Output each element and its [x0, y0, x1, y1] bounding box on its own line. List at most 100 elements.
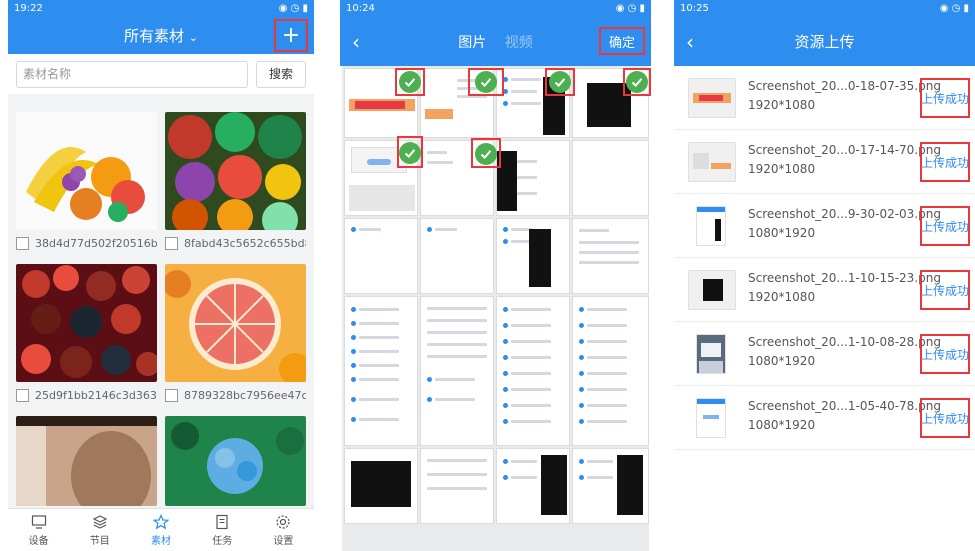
- screenshot-thumb[interactable]: [572, 448, 649, 524]
- upload-thumbnail: [696, 206, 726, 246]
- screenshot-thumb[interactable]: [496, 448, 570, 524]
- material-name: 38d4d77d502f20516b0...: [35, 236, 157, 250]
- page-title: 资源上传: [794, 33, 855, 51]
- status-bar: 10:24 ◉ ◷ ▮: [340, 0, 651, 17]
- status-bar: 19:22 ◉ ◷ ▮: [8, 0, 314, 17]
- fruit-image-vegetables: [165, 112, 306, 230]
- search-row: 素材名称 搜索: [8, 54, 314, 94]
- fruit-image-bananas: [16, 112, 157, 230]
- check-icon[interactable]: [399, 142, 421, 164]
- filter-dropdown[interactable]: 所有素材 ⌄: [8, 25, 314, 46]
- upload-status: 上传成功: [920, 334, 970, 374]
- fruit-image-grapefruit: [165, 264, 306, 382]
- upload-status: 上传成功: [920, 206, 970, 246]
- file-name: Screenshot_20...1-05-40-78.png: [748, 399, 941, 413]
- screenshot-thumb[interactable]: [496, 296, 570, 446]
- upload-row[interactable]: Screenshot_20...0-17-14-70.png 1920*1080…: [674, 130, 975, 194]
- screenshot-thumb[interactable]: [344, 448, 418, 524]
- screenshot-thumb[interactable]: [496, 140, 570, 216]
- tab-label: 节目: [89, 535, 110, 547]
- chevron-down-icon: ⌄: [188, 31, 198, 44]
- upload-status: 上传成功: [920, 270, 970, 310]
- status-time: 10:25: [680, 3, 709, 14]
- material-card[interactable]: [16, 416, 157, 506]
- confirm-button[interactable]: 确定: [599, 27, 645, 55]
- screenshot-thumb[interactable]: [572, 296, 649, 446]
- upload-screen: 10:25 ◉ ◷ ▮ ‹ 资源上传 Screenshot_20...0-18-…: [674, 0, 975, 551]
- tab-programs[interactable]: 节目: [69, 509, 130, 551]
- tab-settings[interactable]: 设置: [253, 509, 314, 551]
- check-icon[interactable]: [399, 71, 421, 93]
- navbar: 所有素材 ⌄ +: [8, 17, 314, 54]
- image-picker-screen: 10:24 ◉ ◷ ▮ ‹ 图片 视频 确定: [340, 0, 651, 551]
- check-icon[interactable]: [626, 71, 648, 93]
- material-name: 25d9f1bb2146c3d363a...: [35, 388, 157, 402]
- file-dimensions: 1080*1920: [748, 354, 816, 368]
- select-checkbox[interactable]: [16, 236, 29, 250]
- file-dimensions: 1920*1080: [748, 98, 816, 112]
- screenshot-thumb[interactable]: [344, 296, 418, 446]
- material-card[interactable]: 25d9f1bb2146c3d363a...: [16, 264, 157, 408]
- material-card[interactable]: 8fabd43c5652c655bd8...: [165, 112, 306, 256]
- material-card[interactable]: 8789328bc7956ee47c...: [165, 264, 306, 408]
- material-card[interactable]: 38d4d77d502f20516b0...: [16, 112, 157, 256]
- screenshot-thumb[interactable]: [572, 218, 649, 294]
- upload-status: 上传成功: [920, 142, 970, 182]
- screenshot-thumb[interactable]: [572, 140, 649, 216]
- upload-row[interactable]: Screenshot_20...1-10-15-23.png 1920*1080…: [674, 258, 975, 322]
- tab-label: 任务: [212, 535, 233, 547]
- screenshot-thumb[interactable]: [496, 218, 570, 294]
- upload-thumbnail: [688, 270, 736, 310]
- upload-row[interactable]: Screenshot_20...1-10-08-28.png 1080*1920…: [674, 322, 975, 386]
- upload-status: 上传成功: [920, 398, 970, 438]
- upload-row[interactable]: Screenshot_20...9-30-02-03.png 1080*1920…: [674, 194, 975, 258]
- tab-tasks[interactable]: 任务: [192, 509, 253, 551]
- file-dimensions: 1080*1920: [748, 226, 816, 240]
- navbar: ‹ 资源上传: [674, 17, 975, 66]
- material-name: 8fabd43c5652c655bd8...: [184, 236, 306, 250]
- monitor-icon: [31, 514, 46, 529]
- select-checkbox[interactable]: [165, 236, 178, 250]
- tab-images[interactable]: 图片: [458, 35, 486, 51]
- confirm-label: 确定: [608, 35, 635, 51]
- tab-video[interactable]: 视频: [505, 35, 533, 51]
- screenshot-grid: [342, 66, 651, 551]
- upload-thumbnail: [688, 142, 736, 182]
- screenshot-thumb[interactable]: [420, 296, 494, 446]
- material-card[interactable]: [165, 416, 306, 506]
- file-name: Screenshot_20...1-10-15-23.png: [748, 271, 941, 285]
- search-button[interactable]: 搜索: [256, 60, 306, 88]
- upload-row[interactable]: Screenshot_20...1-05-40-78.png 1080*1920…: [674, 386, 975, 450]
- search-input[interactable]: 素材名称: [16, 60, 248, 88]
- status-time: 19:22: [14, 3, 43, 14]
- screenshot-thumb[interactable]: [420, 218, 494, 294]
- tab-devices[interactable]: 设备: [8, 509, 69, 551]
- add-button[interactable]: +: [274, 19, 308, 52]
- navbar: ‹ 图片 视频 确定: [340, 17, 651, 66]
- gear-icon: [276, 514, 291, 529]
- select-checkbox[interactable]: [16, 388, 29, 402]
- header: 19:22 ◉ ◷ ▮ 所有素材 ⌄ +: [8, 0, 314, 54]
- file-dimensions: 1920*1080: [748, 290, 816, 304]
- photo-image-face: [16, 416, 157, 506]
- check-icon[interactable]: [475, 71, 497, 93]
- upload-row[interactable]: Screenshot_20...0-18-07-35.png 1920*1080…: [674, 66, 975, 130]
- battery-icon: ◉ ◷ ▮: [278, 3, 308, 14]
- tab-materials[interactable]: 素材: [130, 509, 191, 551]
- status-time: 10:24: [346, 3, 375, 14]
- file-name: Screenshot_20...1-10-08-28.png: [748, 335, 941, 349]
- document-icon: [216, 514, 228, 529]
- tab-label: 设置: [273, 535, 294, 547]
- upload-status: 上传成功: [920, 78, 970, 118]
- check-icon[interactable]: [475, 143, 497, 165]
- battery-icon: ◉ ◷ ▮: [939, 3, 969, 14]
- screenshot-thumb[interactable]: [420, 448, 494, 524]
- plus-icon: +: [281, 22, 301, 48]
- file-dimensions: 1920*1080: [748, 162, 816, 176]
- select-checkbox[interactable]: [165, 388, 178, 402]
- upload-thumbnail: [696, 334, 726, 374]
- file-dimensions: 1080*1920: [748, 418, 816, 432]
- layers-icon: [92, 514, 108, 529]
- screenshot-thumb[interactable]: [344, 218, 418, 294]
- check-icon[interactable]: [549, 71, 571, 93]
